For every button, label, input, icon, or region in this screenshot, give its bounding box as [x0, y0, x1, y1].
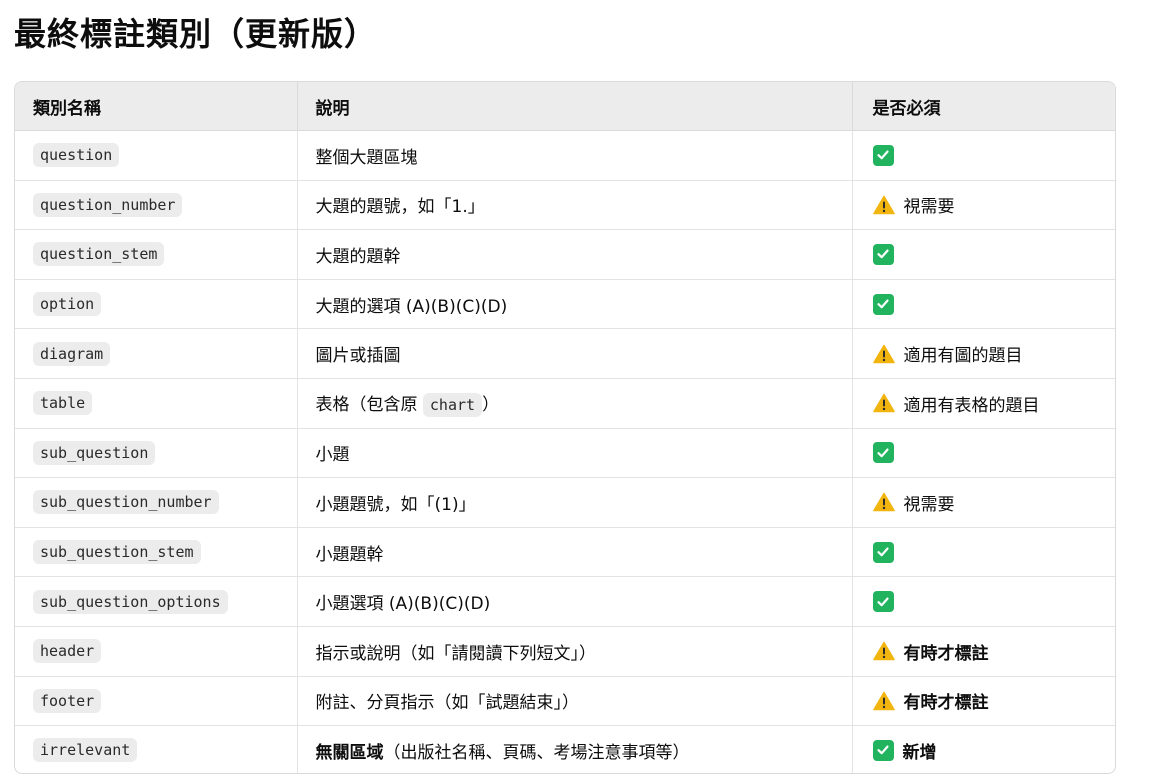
category-cell: footer: [15, 676, 298, 727]
category-code: diagram: [33, 341, 111, 366]
table-row: sub_question 小題: [15, 428, 1115, 479]
category-cell: sub_question_options: [15, 576, 298, 627]
category-cell: sub_question_number: [15, 477, 298, 528]
category-cell: option: [15, 279, 298, 330]
category-cell: irrelevant: [15, 725, 298, 773]
description-cell: 指示或說明（如「請閱讀下列短文」）: [297, 626, 853, 677]
category-code: sub_question: [33, 440, 156, 465]
table-row: table 表格（包含原 chart） 適用有表格的題目: [15, 378, 1115, 429]
required-cell: [852, 130, 1115, 181]
table-row: footer 附註、分頁指示（如「試題結束」） 有時才標註: [15, 676, 1115, 727]
category-code: question_stem: [33, 242, 165, 267]
required-cell: [852, 229, 1115, 280]
table-row: question_stem 大題的題幹: [15, 229, 1115, 280]
category-cell: diagram: [15, 328, 298, 379]
check-icon: [872, 442, 894, 464]
warning-icon: [872, 492, 895, 512]
column-header-required: 是否必須: [852, 82, 1115, 131]
required-cell: [852, 279, 1115, 330]
category-code: option: [33, 292, 102, 317]
description-bold: 無關區域: [315, 742, 384, 763]
category-code: question: [33, 143, 120, 168]
table-header-row: 類別名稱 說明 是否必須: [15, 82, 1115, 131]
warning-icon: [872, 195, 895, 215]
required-cell: 適用有圖的題目: [852, 328, 1115, 379]
description-text: 表格（包含原: [315, 394, 423, 415]
description-cell: 大題的題號，如「1.」: [297, 180, 853, 231]
required-cell: 有時才標註: [852, 626, 1115, 677]
category-cell: sub_question: [15, 428, 298, 479]
table-row: diagram 圖片或插圖 適用有圖的題目: [15, 328, 1115, 379]
required-note: 適用有表格的題目: [903, 395, 1040, 416]
table-row: sub_question_stem 小題題幹: [15, 527, 1115, 578]
required-cell: 有時才標註: [852, 676, 1115, 727]
required-cell: [852, 527, 1115, 578]
description-text: （出版社名稱、頁碼、考場注意事項等）: [383, 742, 690, 763]
check-icon: [872, 739, 894, 761]
description-cell: 小題: [297, 428, 853, 479]
check-icon: [872, 541, 894, 563]
check-icon: [872, 293, 894, 315]
required-cell: 適用有表格的題目: [852, 378, 1115, 429]
required-note: 適用有圖的題目: [903, 346, 1023, 367]
warning-icon: [872, 691, 895, 711]
column-header-category: 類別名稱: [15, 82, 298, 131]
required-note: 有時才標註: [903, 693, 989, 714]
description-cell: 整個大題區塊: [297, 130, 853, 181]
warning-icon: [872, 641, 895, 661]
table-row: question 整個大題區塊: [15, 130, 1115, 181]
table-row: option 大題的選項 (A)(B)(C)(D): [15, 279, 1115, 330]
description-cell: 小題選項 (A)(B)(C)(D): [297, 576, 853, 627]
category-cell: question_stem: [15, 229, 298, 280]
description-cell: 無關區域（出版社名稱、頁碼、考場注意事項等）: [297, 725, 853, 773]
required-cell: 視需要: [852, 477, 1115, 528]
category-cell: header: [15, 626, 298, 677]
description-cell: 小題題號，如「(1)」: [297, 477, 853, 528]
description-cell: 大題的選項 (A)(B)(C)(D): [297, 279, 853, 330]
column-header-description: 說明: [297, 82, 853, 131]
required-cell: 視需要: [852, 180, 1115, 231]
table-row: header 指示或說明（如「請閱讀下列短文」） 有時才標註: [15, 626, 1115, 677]
category-code: question_number: [33, 192, 183, 217]
check-icon: [872, 591, 894, 613]
description-cell: 大題的題幹: [297, 229, 853, 280]
description-cell: 表格（包含原 chart）: [297, 378, 853, 429]
description-text-end: ）: [482, 394, 500, 415]
category-code: table: [33, 391, 93, 416]
table-row: sub_question_options 小題選項 (A)(B)(C)(D): [15, 576, 1115, 627]
required-cell: [852, 576, 1115, 627]
category-table: 類別名稱 說明 是否必須 question 整個大題區塊 question_nu…: [14, 81, 1116, 774]
inline-code: chart: [422, 392, 483, 417]
check-icon: [872, 144, 894, 166]
check-icon: [872, 243, 894, 265]
category-code: footer: [33, 688, 102, 713]
category-cell: table: [15, 378, 298, 429]
category-code: sub_question_number: [33, 490, 219, 515]
category-code: irrelevant: [33, 738, 138, 763]
category-code: header: [33, 639, 102, 664]
description-cell: 小題題幹: [297, 527, 853, 578]
table-row: question_number 大題的題號，如「1.」 視需要: [15, 180, 1115, 231]
table-row: sub_question_number 小題題號，如「(1)」 視需要: [15, 477, 1115, 528]
warning-icon: [872, 344, 895, 364]
description-cell: 圖片或插圖: [297, 328, 853, 379]
description-cell: 附註、分頁指示（如「試題結束」）: [297, 676, 853, 727]
required-cell: [852, 428, 1115, 479]
warning-icon: [872, 393, 895, 413]
page-title: 最終標註類別（更新版）: [14, 15, 378, 53]
required-note: 新增: [902, 742, 937, 763]
required-note: 視需要: [903, 197, 955, 218]
required-note: 有時才標註: [903, 643, 989, 664]
category-code: sub_question_stem: [33, 540, 201, 565]
table-row: irrelevant 無關區域（出版社名稱、頁碼、考場注意事項等） 新增: [15, 725, 1115, 773]
required-note: 視需要: [903, 494, 955, 515]
category-cell: question_number: [15, 180, 298, 231]
category-cell: sub_question_stem: [15, 527, 298, 578]
category-code: sub_question_options: [33, 589, 228, 614]
category-cell: question: [15, 130, 298, 181]
required-cell: 新增: [852, 726, 1115, 773]
